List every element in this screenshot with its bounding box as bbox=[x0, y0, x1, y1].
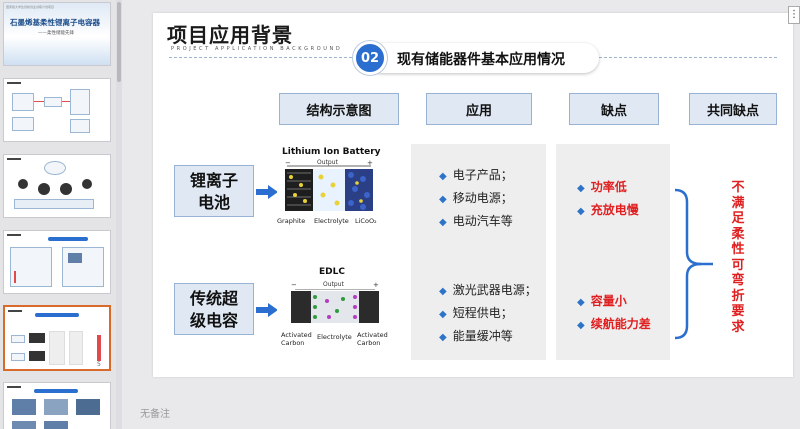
lithium-battery-diagram: Lithium Ion Battery Output − + Graphite … bbox=[277, 147, 381, 233]
drawback-item: ◆ 续航能力差 bbox=[577, 317, 651, 331]
curly-brace-icon bbox=[674, 188, 713, 340]
application-item: ◆ 激光武器电源； bbox=[439, 283, 537, 297]
label-supercapacitor: 传统超 级电容 bbox=[174, 283, 254, 335]
common-drawback-text: 不 满 足 柔 性 可 弯 折 要 求 bbox=[731, 180, 745, 335]
diamond-bullet-icon: ◆ bbox=[577, 297, 585, 308]
diamond-bullet-icon: ◆ bbox=[577, 206, 585, 217]
application-item: ◆ 移动电源； bbox=[439, 191, 513, 205]
diamond-bullet-icon: ◆ bbox=[577, 183, 585, 194]
slide-thumbnail-2[interactable] bbox=[3, 78, 111, 142]
slide-thumbnail-5-active[interactable]: 5 bbox=[3, 305, 111, 371]
application-item: ◆ 短程供电； bbox=[439, 306, 513, 320]
panel-toggle-icon[interactable]: ⋮ bbox=[788, 6, 800, 24]
badge-number: 02 bbox=[353, 41, 387, 75]
section-badge: 02 现有储能器件基本应用情况 bbox=[353, 41, 603, 75]
diamond-bullet-icon: ◆ bbox=[439, 171, 447, 182]
diamond-bullet-icon: ◆ bbox=[439, 194, 447, 205]
cover-header: 国家级大学生创新创业训练计划项目 bbox=[6, 5, 55, 9]
slide-title: 项目应用背景 bbox=[167, 23, 293, 47]
diamond-bullet-icon: ◆ bbox=[439, 217, 447, 228]
drawback-item: ◆ 容量小 bbox=[577, 294, 627, 308]
edlc-diagram: EDLC Output − + Activated Carbon Electro… bbox=[277, 265, 393, 353]
label-lithium-battery: 锂离子 电池 bbox=[174, 165, 254, 217]
badge-text: 现有储能器件基本应用情况 bbox=[397, 52, 565, 68]
slide-thumbnail-4[interactable] bbox=[3, 230, 111, 294]
arrow-right-icon bbox=[256, 303, 278, 317]
header-application: 应用 bbox=[426, 93, 532, 125]
cover-title: 石墨烯基柔性锂离子电容器 bbox=[10, 18, 100, 27]
slide-number: 5 bbox=[97, 361, 101, 368]
diamond-bullet-icon: ◆ bbox=[439, 286, 447, 297]
drawback-item: ◆ 充放电慢 bbox=[577, 203, 639, 217]
arrow-right-icon bbox=[256, 185, 278, 199]
slide-thumbnail-panel: 国家级大学生创新创业训练计划项目 石墨烯基柔性锂离子电容器 ——柔性储能先锋 5 bbox=[0, 0, 122, 429]
header-drawback: 缺点 bbox=[569, 93, 659, 125]
slide-thumbnail-6[interactable] bbox=[3, 382, 111, 429]
application-item: ◆ 电动汽车等 bbox=[439, 214, 513, 228]
thumbnail-scrollbar-thumb[interactable] bbox=[117, 2, 121, 82]
slide-thumbnail-3[interactable] bbox=[3, 154, 111, 218]
header-structure: 结构示意图 bbox=[279, 93, 399, 125]
diamond-bullet-icon: ◆ bbox=[439, 309, 447, 320]
cover-subtitle: ——柔性储能先锋 bbox=[38, 31, 74, 36]
notes-placeholder[interactable]: 无备注 bbox=[140, 405, 170, 420]
slide-canvas[interactable]: 项目应用背景 PROJECT APPLICATION BACKGROUND 02… bbox=[153, 13, 793, 377]
slide-thumbnail-1[interactable]: 国家级大学生创新创业训练计划项目 石墨烯基柔性锂离子电容器 ——柔性储能先锋 bbox=[3, 2, 111, 66]
slide-subtitle: PROJECT APPLICATION BACKGROUND bbox=[171, 46, 343, 52]
drawback-item: ◆ 功率低 bbox=[577, 180, 627, 194]
application-item: ◆ 能量缓冲等 bbox=[439, 329, 513, 343]
header-common: 共同缺点 bbox=[689, 93, 777, 125]
application-item: ◆ 电子产品； bbox=[439, 168, 513, 182]
diamond-bullet-icon: ◆ bbox=[577, 320, 585, 331]
diamond-bullet-icon: ◆ bbox=[439, 332, 447, 343]
